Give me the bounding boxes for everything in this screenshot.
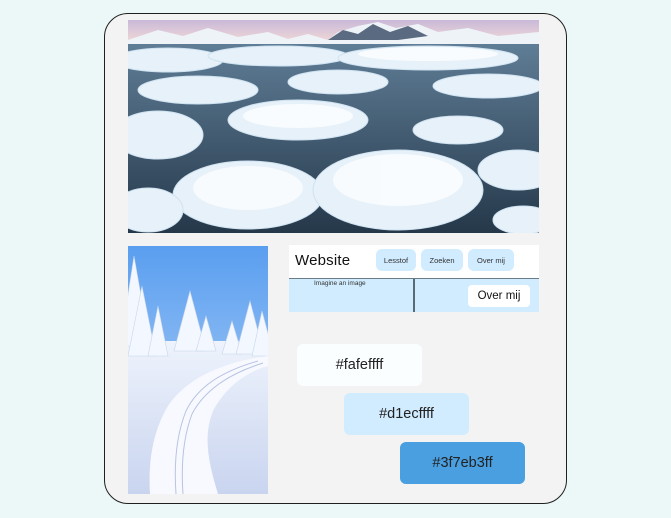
nav-zoeken[interactable]: Zoeken	[421, 249, 463, 271]
nav-lesstof[interactable]: Lesstof	[376, 249, 416, 271]
ice-floes-image	[128, 20, 539, 233]
swatch-d1ecffff: #d1ecffff	[344, 393, 469, 435]
website-header: Website Lesstof Zoeken Over mij	[289, 245, 539, 279]
website-image-panel: Imagine an image	[289, 279, 415, 312]
swatch-3f7eb3ff: #3f7eb3ff	[400, 442, 525, 484]
image-caption: Imagine an image	[314, 280, 366, 287]
website-title: Website	[295, 252, 351, 269]
website-mockup: Website Lesstof Zoeken Over mij Imagine …	[289, 245, 539, 312]
over-mij-button[interactable]: Over mij	[468, 285, 530, 307]
snowy-trail-image	[128, 246, 268, 494]
nav-over-mij[interactable]: Over mij	[468, 249, 514, 271]
swatch-fafeffff: #fafeffff	[297, 344, 422, 386]
moodboard-card: Website Lesstof Zoeken Over mij Imagine …	[104, 13, 567, 504]
snowy-trail-illustration	[128, 246, 268, 494]
ice-floes-illustration	[128, 20, 539, 233]
